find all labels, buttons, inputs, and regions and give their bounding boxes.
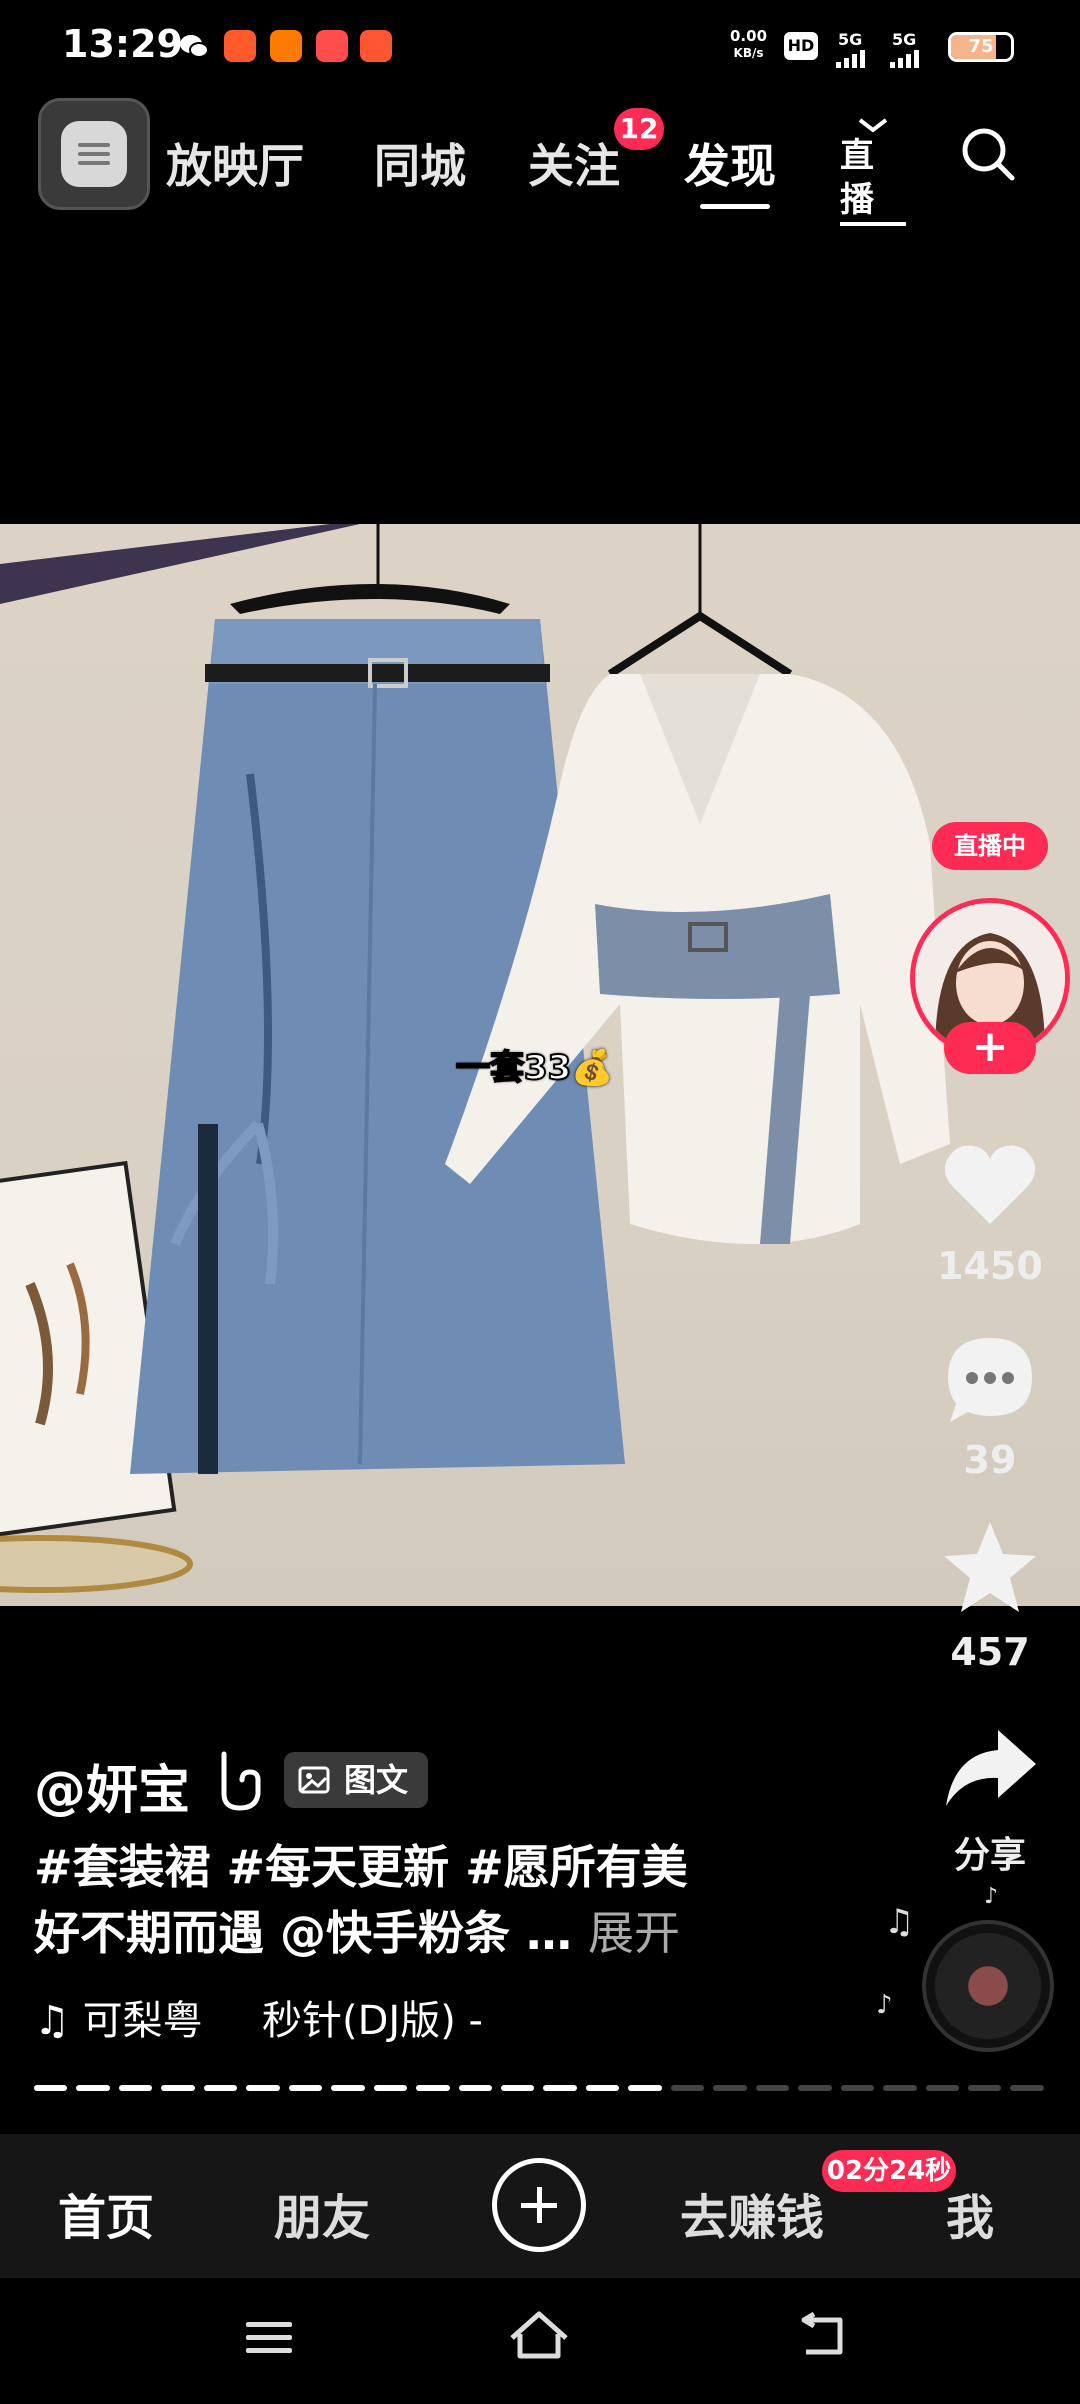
- tab-following[interactable]: 关注: [528, 130, 620, 196]
- recent-apps-icon[interactable]: [244, 2318, 294, 2358]
- battery-icon: 75: [948, 32, 1014, 62]
- app-icon-4: [360, 30, 392, 62]
- progress-dash: [288, 2085, 323, 2091]
- live-tab-label: 直播: [840, 134, 906, 226]
- share-arrow-icon[interactable]: [940, 1720, 1040, 1820]
- comment-count: 39: [963, 1438, 1017, 1482]
- comment-icon[interactable]: [940, 1330, 1040, 1430]
- progress-dash: [118, 2085, 153, 2091]
- app-icon-1: [224, 30, 256, 62]
- app-icon-3: [316, 30, 348, 62]
- back-icon[interactable]: [796, 2312, 850, 2360]
- live-tab[interactable]: 直播: [840, 118, 906, 226]
- app-icon-2: [270, 30, 302, 62]
- battery-level: 75: [968, 36, 994, 57]
- image-progress: [34, 2085, 1044, 2091]
- expand-link[interactable]: 展开: [588, 1906, 680, 1960]
- progress-dash: [585, 2085, 620, 2091]
- net-speed: 0.00 KB/s: [730, 27, 768, 61]
- music-title: 秒针(DJ版) -: [262, 1998, 483, 2044]
- follow-button[interactable]: +: [944, 1022, 1036, 1074]
- home-icon[interactable]: [506, 2308, 572, 2362]
- nav-friends[interactable]: 朋友: [274, 2178, 370, 2248]
- gallery-icon: [298, 1766, 330, 1794]
- progress-dash: [967, 2085, 1002, 2091]
- like-heart-icon[interactable]: [940, 1134, 1040, 1234]
- progress-dash: [458, 2085, 492, 2091]
- active-tab-indicator: [700, 204, 770, 209]
- music-artist: ♫ 可梨粤: [34, 1998, 203, 2044]
- signal-icon-1: [836, 40, 865, 68]
- progress-dash: [713, 2085, 747, 2091]
- live-now-chip[interactable]: 直播中: [932, 822, 1048, 870]
- image-text-label: 图文: [344, 1761, 409, 1799]
- signal-icon-2: [890, 40, 919, 68]
- hd-indicator: HD: [784, 32, 818, 60]
- progress-dash: [1010, 2085, 1044, 2091]
- wechat-icon: [178, 30, 210, 62]
- progress-dash: [628, 2085, 662, 2091]
- status-bar: 13:29 0.00 KB/s HD 5G 5G 75: [0, 0, 1080, 90]
- system-nav-bar: [0, 2278, 1080, 2404]
- menu-icon: [61, 121, 127, 187]
- image-text-chip[interactable]: 图文: [284, 1752, 428, 1808]
- post-caption[interactable]: #套装裙 #每天更新 #愿所有美 好不期而遇 @快手粉条 … 展开: [34, 1834, 754, 1966]
- progress-dash: [34, 2085, 68, 2091]
- tv-antenna-icon: [858, 118, 888, 133]
- earn-timer-badge: 02分24秒: [822, 2150, 956, 2192]
- status-time: 13:29: [62, 22, 183, 66]
- progress-dash: [500, 2085, 535, 2091]
- progress-dash: [246, 2085, 280, 2091]
- progress-dash: [543, 2085, 577, 2091]
- progress-dash: [883, 2085, 917, 2091]
- share-label[interactable]: 分享: [900, 1826, 1080, 1878]
- tab-nearby[interactable]: 同城: [374, 130, 466, 196]
- following-badge: 12: [614, 108, 664, 150]
- caption-line-2: 好不期而遇 @快手粉条 …: [34, 1906, 573, 1960]
- search-icon[interactable]: [958, 124, 1018, 184]
- hand-wave-icon: [221, 1751, 261, 1811]
- progress-dash: [840, 2085, 875, 2091]
- favorite-count: 457: [950, 1630, 1030, 1674]
- favorite-star-icon[interactable]: [940, 1518, 1040, 1618]
- menu-button[interactable]: [38, 98, 150, 210]
- music-disc[interactable]: [922, 1920, 1054, 2052]
- nav-earn[interactable]: 去赚钱: [680, 2178, 824, 2248]
- price-overlay: 一套33💰: [455, 1047, 615, 1089]
- create-plus-button[interactable]: [492, 2158, 586, 2252]
- progress-dash: [331, 2085, 365, 2091]
- caption-line-1: #套装裙 #每天更新 #愿所有美: [34, 1840, 688, 1894]
- progress-dash: [416, 2085, 450, 2091]
- nav-home[interactable]: 首页: [58, 2178, 154, 2248]
- tab-theater[interactable]: 放映厅: [166, 130, 304, 196]
- author-name[interactable]: @妍宝: [34, 1748, 190, 1823]
- progress-dash: [670, 2085, 705, 2091]
- progress-dash: [203, 2085, 238, 2091]
- progress-dash: [161, 2085, 195, 2091]
- progress-dash: [798, 2085, 832, 2091]
- music-note-icon: ♫: [884, 1902, 915, 1942]
- nav-me[interactable]: 我: [946, 2178, 994, 2248]
- progress-dash: [925, 2085, 959, 2091]
- music-note-tiny-icon: ♪: [984, 1884, 999, 1909]
- like-count: 1450: [937, 1244, 1043, 1288]
- music-note-small-icon: ♪: [876, 1990, 893, 2020]
- progress-dash: [373, 2085, 408, 2091]
- tab-discover[interactable]: 发现: [684, 130, 776, 196]
- progress-dash: [755, 2085, 790, 2091]
- progress-dash: [76, 2085, 110, 2091]
